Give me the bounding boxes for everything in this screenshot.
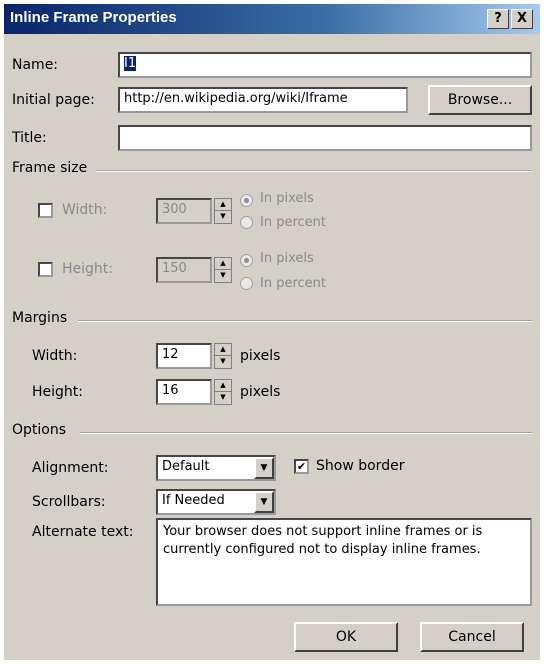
options-divider — [80, 432, 532, 434]
name-label: Name: — [12, 57, 59, 73]
frame-height-percent-radio[interactable] — [240, 277, 253, 290]
frame-height-spinner[interactable]: ▲ ▼ — [214, 257, 232, 283]
inline-frame-properties-dialog: Inline Frame Properties ? X Name: I1 Ini… — [4, 4, 540, 660]
frame-height-label: Height: — [62, 261, 113, 277]
margin-width-unit: pixels — [240, 348, 281, 364]
alignment-label: Alignment: — [32, 460, 109, 476]
frame-height-percent-label: In percent — [260, 276, 326, 291]
help-button[interactable]: ? — [487, 9, 509, 29]
name-input[interactable]: I1 — [118, 52, 532, 78]
alternate-text-input[interactable]: Your browser does not support inline fra… — [156, 518, 532, 606]
margins-divider — [78, 320, 532, 322]
frame-width-pixels-label: In pixels — [260, 191, 314, 206]
alternate-text-label: Alternate text: — [32, 524, 134, 540]
margin-height-spinner[interactable]: ▲ ▼ — [214, 379, 232, 405]
frame-width-input[interactable]: 300 — [156, 198, 212, 224]
frame-height-checkbox[interactable] — [38, 262, 53, 277]
show-border-label: Show border — [316, 458, 405, 474]
initial-page-input[interactable]: http://en.wikipedia.org/wiki/Iframe — [118, 87, 408, 113]
window-title: Inline Frame Properties — [10, 9, 177, 26]
alignment-dropdown-arrow-icon[interactable]: ▼ — [254, 457, 274, 479]
frame-height-pixels-radio[interactable] — [240, 254, 253, 267]
margins-group-label: Margins — [12, 310, 68, 326]
margin-width-input[interactable]: 12 — [156, 343, 212, 369]
margin-height-label: Height: — [32, 384, 83, 400]
frame-width-checkbox[interactable] — [38, 203, 53, 218]
frame-size-divider — [96, 170, 532, 172]
frame-width-pixels-radio[interactable] — [240, 194, 253, 207]
cancel-button[interactable]: Cancel — [420, 622, 524, 652]
scrollbars-value: If Needed — [162, 493, 225, 508]
margin-height-input[interactable]: 16 — [156, 379, 212, 405]
scrollbars-dropdown-arrow-icon[interactable]: ▼ — [254, 491, 274, 513]
frame-height-input[interactable]: 150 — [156, 257, 212, 283]
name-value: I1 — [124, 56, 137, 71]
frame-width-percent-label: In percent — [260, 215, 326, 230]
scrollbars-label: Scrollbars: — [32, 494, 106, 510]
initial-page-label: Initial page: — [12, 92, 95, 108]
margin-width-label: Width: — [32, 348, 78, 364]
options-group-label: Options — [12, 422, 67, 438]
frame-width-spinner[interactable]: ▲ ▼ — [214, 198, 232, 224]
title-label: Title: — [12, 130, 47, 146]
frame-width-label: Width: — [62, 202, 108, 218]
title-bar[interactable]: Inline Frame Properties ? X — [4, 4, 540, 34]
close-button[interactable]: X — [511, 9, 533, 29]
ok-button[interactable]: OK — [294, 622, 398, 652]
frame-size-group-label: Frame size — [12, 160, 88, 176]
show-border-checkbox[interactable]: ✔ — [294, 459, 309, 474]
margin-width-spinner[interactable]: ▲ ▼ — [214, 343, 232, 369]
alignment-value: Default — [162, 459, 210, 474]
frame-height-pixels-label: In pixels — [260, 251, 314, 266]
browse-button[interactable]: Browse... — [428, 85, 532, 115]
title-input[interactable] — [118, 125, 532, 151]
margin-height-unit: pixels — [240, 384, 281, 400]
frame-width-percent-radio[interactable] — [240, 216, 253, 229]
